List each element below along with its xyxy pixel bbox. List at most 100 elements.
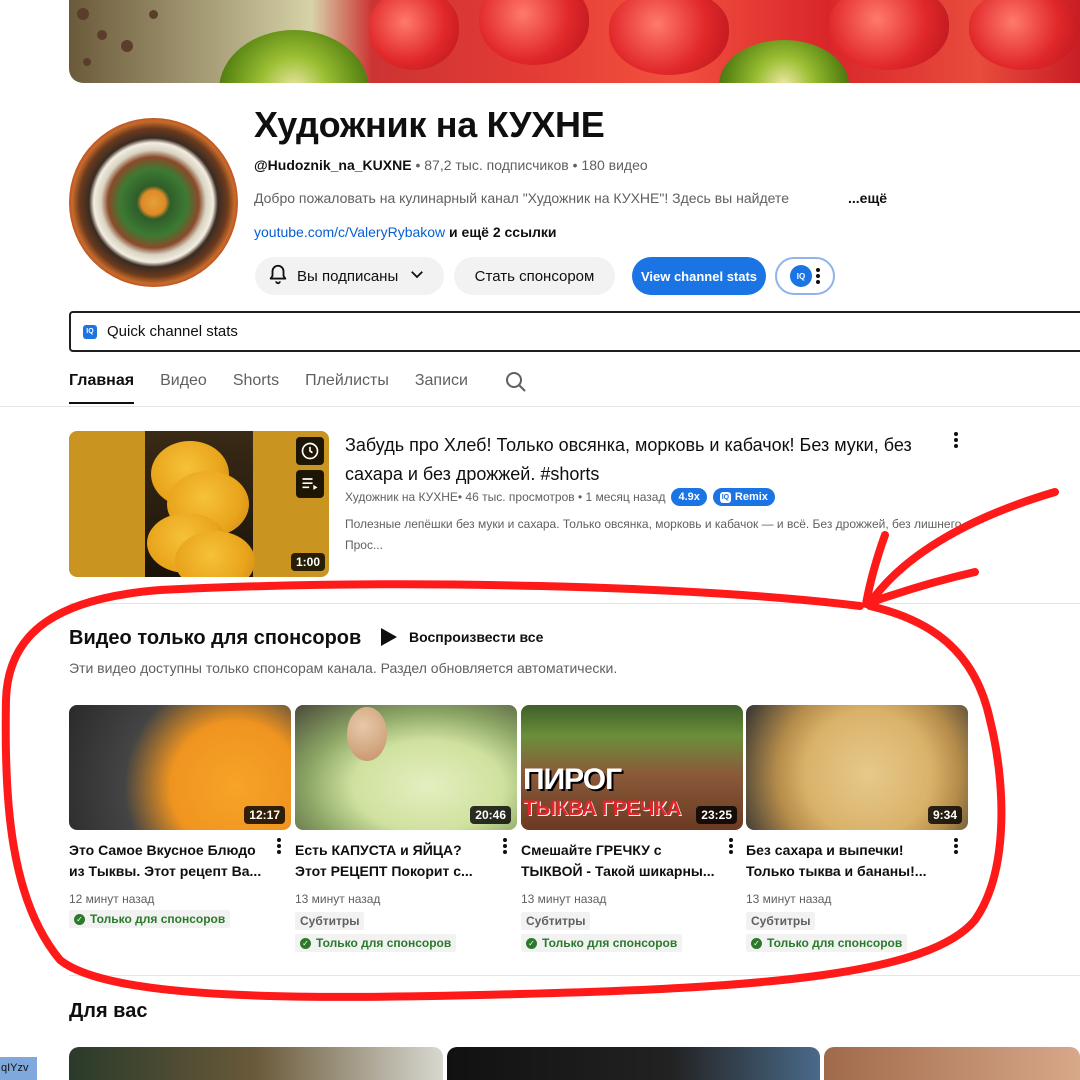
duration-badge: 12:17 xyxy=(244,806,285,824)
for-you-title: Для вас xyxy=(69,1000,148,1022)
video-thumbnail[interactable] xyxy=(447,1047,820,1080)
channel-meta: @Hudoznik_na_KUXNE • 87,2 тыс. подписчик… xyxy=(254,157,648,173)
more-vert-icon[interactable] xyxy=(954,838,958,854)
description-text: Добро пожаловать на кулинарный канал "Ху… xyxy=(254,190,789,206)
channel-stats: • 87,2 тыс. подписчиков • 180 видео xyxy=(411,157,648,173)
corner-label: qIYzv xyxy=(0,1057,37,1080)
tab-posts[interactable]: Записи xyxy=(415,366,468,404)
subscribed-label: Вы подписаны xyxy=(297,267,399,285)
channel-tabs: Главная Видео Shorts Плейлисты Записи xyxy=(69,366,528,406)
video-thumbnail[interactable]: 9:34 xyxy=(746,705,968,830)
video-card[interactable]: 9:34 Без сахара и выпечки! Только тыква … xyxy=(746,705,968,952)
more-link[interactable]: ...ещё xyxy=(848,190,887,206)
channel-handle: @Hudoznik_na_KUXNE xyxy=(254,157,412,173)
sponsor-only-badge: ✓ Только для спонсоров xyxy=(295,934,457,952)
sponsor-only-label: Только для спонсоров xyxy=(542,936,678,950)
channel-banner xyxy=(69,0,1080,83)
featured-title[interactable]: Забудь про Хлеб! Только овсянка, морковь… xyxy=(345,431,930,489)
tab-home[interactable]: Главная xyxy=(69,366,135,404)
become-sponsor-button[interactable]: Стать спонсором xyxy=(454,257,615,295)
video-card[interactable]: 20:46 Есть КАПУСТА и ЯЙЦА? Этот РЕЦЕПТ П… xyxy=(295,705,517,952)
check-circle-icon: ✓ xyxy=(526,937,537,949)
subtitles-badge: Субтитры xyxy=(521,912,591,930)
iq-icon: IQ xyxy=(790,265,812,287)
duration-badge: 9:34 xyxy=(927,806,962,824)
egg-image xyxy=(347,707,387,761)
featured-thumbnail[interactable]: 1:00 xyxy=(69,431,329,577)
iq-icon: IQ xyxy=(719,491,731,503)
iq-menu-button[interactable]: IQ xyxy=(775,257,835,295)
thumbnail-image xyxy=(145,431,255,577)
sponsor-only-badge: ✓ Только для спонсоров xyxy=(746,934,908,952)
thumbnail-overlay-subtext: ТЫКВА ГРЕЧКА xyxy=(523,797,681,820)
video-thumbnail[interactable] xyxy=(824,1047,1080,1080)
view-channel-stats-button[interactable]: View channel stats xyxy=(632,257,766,295)
video-thumbnail[interactable]: ПИРОГ ТЫКВА ГРЕЧКА 23:25 xyxy=(521,705,743,830)
video-time: 13 минут назад xyxy=(295,892,381,906)
section-divider xyxy=(69,975,1080,976)
tabs-divider xyxy=(0,406,1080,407)
video-time: 13 минут назад xyxy=(521,892,607,906)
video-title[interactable]: Без сахара и выпечки! Только тыква и бан… xyxy=(746,840,944,882)
section-title: Видео только для спонсоров xyxy=(69,627,362,649)
featured-channel[interactable]: Художник на КУХНЕ xyxy=(345,490,458,504)
channel-link[interactable]: youtube.com/c/ValeryRybakow xyxy=(254,224,445,240)
channel-links: youtube.com/c/ValeryRybakow и ещё 2 ссыл… xyxy=(254,224,557,240)
channel-title: Художник на КУХНЕ xyxy=(254,104,605,145)
more-vert-icon xyxy=(816,268,820,284)
more-vert-icon[interactable] xyxy=(503,838,507,854)
subtitles-badge: Субтитры xyxy=(746,912,816,930)
quick-stats-label: Quick channel stats xyxy=(107,323,238,340)
channel-avatar[interactable] xyxy=(69,118,238,287)
featured-stats: • 46 тыс. просмотров • 1 месяц назад xyxy=(457,490,666,504)
duration-badge: 23:25 xyxy=(696,806,737,824)
play-icon xyxy=(381,628,397,646)
featured-description: Полезные лепёшки без муки и сахара. Толь… xyxy=(345,517,965,552)
section-subtitle: Эти видео доступны только спонсорам кана… xyxy=(69,660,618,676)
duration-badge: 20:46 xyxy=(470,806,511,824)
play-all-label: Воспроизвести все xyxy=(409,629,544,645)
play-all-button[interactable]: Воспроизвести все xyxy=(381,628,543,646)
featured-meta: Художник на КУХНЕ • 46 тыс. просмотров •… xyxy=(345,488,775,506)
sponsor-only-label: Только для спонсоров xyxy=(316,936,452,950)
channel-description[interactable]: Добро пожаловать на кулинарный канал "Ху… xyxy=(254,190,887,206)
bell-icon xyxy=(267,263,289,289)
video-card[interactable]: 12:17 Это Самое Вкусное Блюдо из Тыквы. … xyxy=(69,705,291,928)
sponsor-only-badge: ✓ Только для спонсоров xyxy=(521,934,683,952)
clock-icon[interactable] xyxy=(296,437,324,465)
video-thumbnail[interactable]: 12:17 xyxy=(69,705,291,830)
video-card[interactable]: ПИРОГ ТЫКВА ГРЕЧКА 23:25 Смешайте ГРЕЧКУ… xyxy=(521,705,743,952)
thumbnail-overlay-text: ПИРОГ xyxy=(523,763,622,796)
check-circle-icon: ✓ xyxy=(74,913,85,925)
outlier-badge[interactable]: 4.9x xyxy=(671,488,707,506)
tab-shorts[interactable]: Shorts xyxy=(233,366,279,404)
video-title[interactable]: Есть КАПУСТА и ЯЙЦА? Этот РЕЦЕПТ Покорит… xyxy=(295,840,493,882)
chevron-down-icon xyxy=(408,265,426,287)
tab-playlists[interactable]: Плейлисты xyxy=(305,366,389,404)
more-vert-icon[interactable] xyxy=(729,838,733,854)
video-thumbnail[interactable] xyxy=(69,1047,443,1080)
section-divider xyxy=(69,603,1080,604)
iq-icon: IQ xyxy=(83,324,97,339)
remix-badge[interactable]: IQ Remix xyxy=(712,488,775,506)
video-title[interactable]: Смешайте ГРЕЧКУ с ТЫКВОЙ - Такой шикарны… xyxy=(521,840,719,882)
subscribed-button[interactable]: Вы подписаны xyxy=(255,257,444,295)
duration-badge: 1:00 xyxy=(290,553,325,571)
more-vert-icon[interactable] xyxy=(954,432,958,448)
remix-label: Remix xyxy=(734,491,768,503)
sponsor-only-badge: ✓ Только для спонсоров xyxy=(69,910,231,928)
more-links[interactable]: и ещё 2 ссылки xyxy=(445,224,557,240)
sponsor-only-label: Только для спонсоров xyxy=(767,936,903,950)
video-thumbnail[interactable]: 20:46 xyxy=(295,705,517,830)
more-vert-icon[interactable] xyxy=(277,838,281,854)
search-icon[interactable] xyxy=(504,366,528,406)
check-circle-icon: ✓ xyxy=(751,937,762,949)
subtitles-badge: Субтитры xyxy=(295,912,365,930)
video-title[interactable]: Это Самое Вкусное Блюдо из Тыквы. Этот р… xyxy=(69,840,267,882)
check-circle-icon: ✓ xyxy=(300,937,311,949)
video-time: 13 минут назад xyxy=(746,892,832,906)
sponsor-only-label: Только для спонсоров xyxy=(90,912,226,926)
quick-channel-stats[interactable]: IQ Quick channel stats xyxy=(69,311,1080,352)
playlist-add-icon[interactable] xyxy=(296,470,324,498)
tab-videos[interactable]: Видео xyxy=(160,366,207,404)
